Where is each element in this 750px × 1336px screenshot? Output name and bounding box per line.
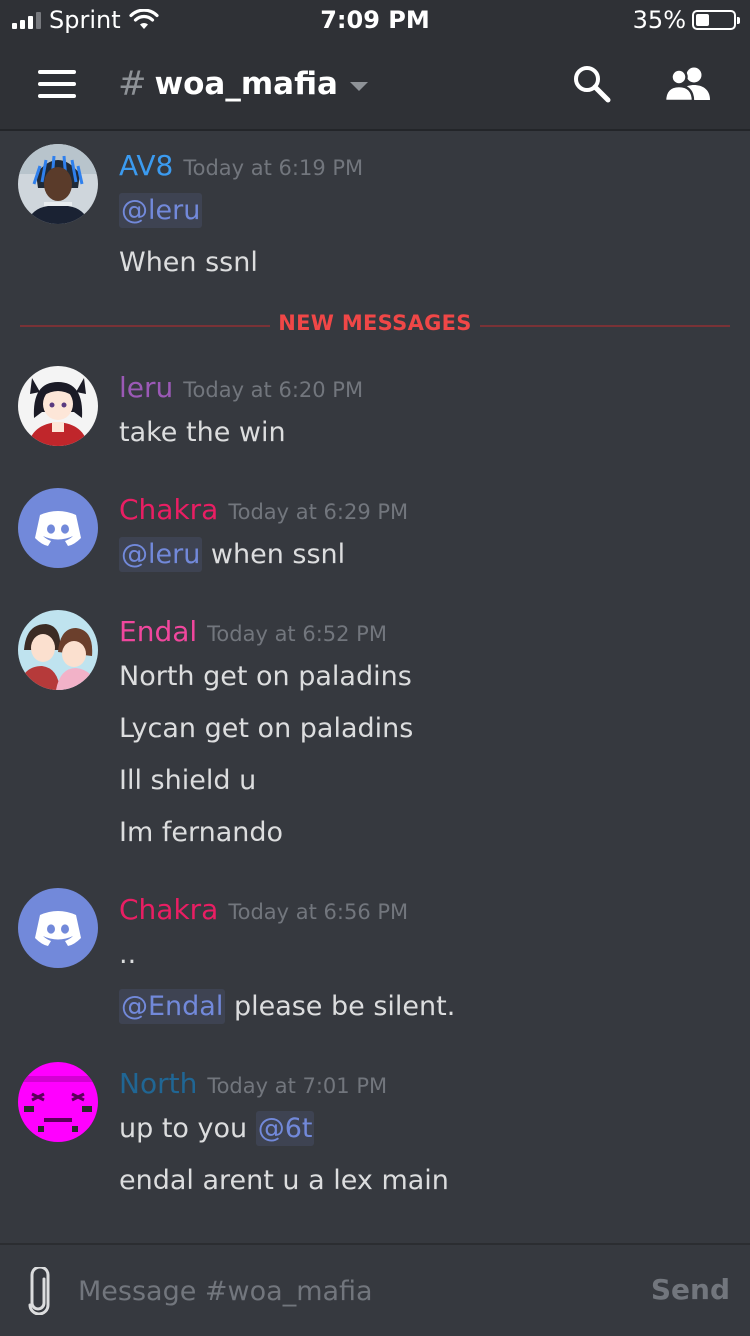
message-line: When ssnl (119, 247, 258, 278)
message-line: endal arent u a lex main (119, 1165, 449, 1196)
author-name[interactable]: Chakra (119, 893, 218, 926)
message-header: Endal Today at 6:52 PM (119, 615, 387, 648)
user-mention[interactable]: @Endal (119, 989, 226, 1024)
message-line: @Endal please be silent. (119, 989, 456, 1024)
chevron-down-icon (349, 81, 368, 91)
battery-percent: 35% (632, 6, 686, 34)
author-name[interactable]: Chakra (119, 493, 218, 526)
message-text: .. (119, 939, 137, 970)
channel-header: # woa_mafia (0, 40, 750, 129)
attachment-icon[interactable] (22, 1267, 56, 1315)
message-header: Chakra Today at 6:29 PM (119, 493, 408, 526)
message-header: leru Today at 6:20 PM (119, 371, 363, 404)
search-icon[interactable] (572, 64, 612, 104)
avatar[interactable] (18, 610, 98, 690)
hamburger-menu-icon[interactable] (38, 70, 76, 98)
message-text: North get on paladins (119, 661, 412, 692)
message-text: Ill shield u (119, 765, 257, 796)
message-text: Im fernando (119, 817, 284, 848)
timestamp: Today at 6:56 PM (228, 900, 409, 924)
message-text: Lycan get on paladins (119, 713, 414, 744)
author-name[interactable]: North (119, 1067, 197, 1100)
status-bar: Sprint 7:09 PM 35% (0, 0, 750, 40)
channel-name: woa_mafia (154, 66, 338, 102)
message-line: .. (119, 939, 136, 970)
message-line: Im fernando (119, 817, 283, 848)
discord-logo-icon (18, 888, 98, 968)
message-input[interactable] (76, 1267, 640, 1315)
timestamp: Today at 6:29 PM (228, 500, 409, 524)
message-header: Chakra Today at 6:56 PM (119, 893, 408, 926)
members-icon[interactable] (664, 66, 712, 102)
new-messages-label: NEW MESSAGES (278, 311, 472, 335)
user-mention[interactable]: @leru (119, 537, 203, 572)
author-name[interactable]: leru (119, 371, 173, 404)
message-line: Lycan get on paladins (119, 713, 413, 744)
top-area: Sprint 7:09 PM 35% # woa_mafia (0, 0, 750, 131)
discord-logo-icon (18, 488, 98, 568)
avatar[interactable] (18, 1062, 98, 1142)
avatar[interactable] (18, 366, 98, 446)
message-text: up to you (119, 1113, 256, 1144)
message-header: North Today at 7:01 PM (119, 1067, 387, 1100)
battery-icon (692, 10, 740, 30)
avatar[interactable] (18, 888, 98, 968)
message-text: please be silent. (225, 991, 456, 1022)
message-composer: Send (0, 1243, 750, 1336)
message-header: AV8 Today at 6:19 PM (119, 149, 363, 182)
message-line: take the win (119, 417, 286, 448)
send-button[interactable]: Send (651, 1273, 730, 1306)
timestamp: Today at 6:19 PM (183, 156, 364, 180)
message-text: when ssnl (202, 539, 346, 570)
user-mention[interactable]: @leru (119, 193, 203, 228)
message-line: North get on paladins (119, 661, 412, 692)
avatar[interactable] (18, 144, 98, 224)
new-messages-divider: NEW MESSAGES (20, 311, 730, 341)
author-name[interactable]: Endal (119, 615, 197, 648)
timestamp: Today at 6:52 PM (207, 622, 387, 646)
divider-rule-right (480, 325, 730, 327)
user-mention[interactable]: @6t (255, 1111, 315, 1146)
timestamp: Today at 6:20 PM (183, 378, 364, 402)
timestamp: Today at 7:01 PM (207, 1074, 388, 1098)
channel-title[interactable]: # woa_mafia (118, 64, 368, 104)
status-right: 35% (632, 6, 740, 34)
channel-hash-icon: # (118, 64, 147, 104)
message-line: Ill shield u (119, 765, 256, 796)
avatar[interactable] (18, 488, 98, 568)
message-line: @leru when ssnl (119, 537, 346, 572)
message-text: take the win (119, 417, 286, 448)
author-name[interactable]: AV8 (119, 149, 173, 182)
message-text: endal arent u a lex main (119, 1165, 449, 1196)
message-text: When ssnl (119, 247, 258, 278)
message-list: AV8 Today at 6:19 PM @leru When ssnl NEW… (0, 131, 750, 1243)
message-line: up to you @6t (119, 1111, 315, 1146)
message-line: @leru (119, 193, 203, 228)
